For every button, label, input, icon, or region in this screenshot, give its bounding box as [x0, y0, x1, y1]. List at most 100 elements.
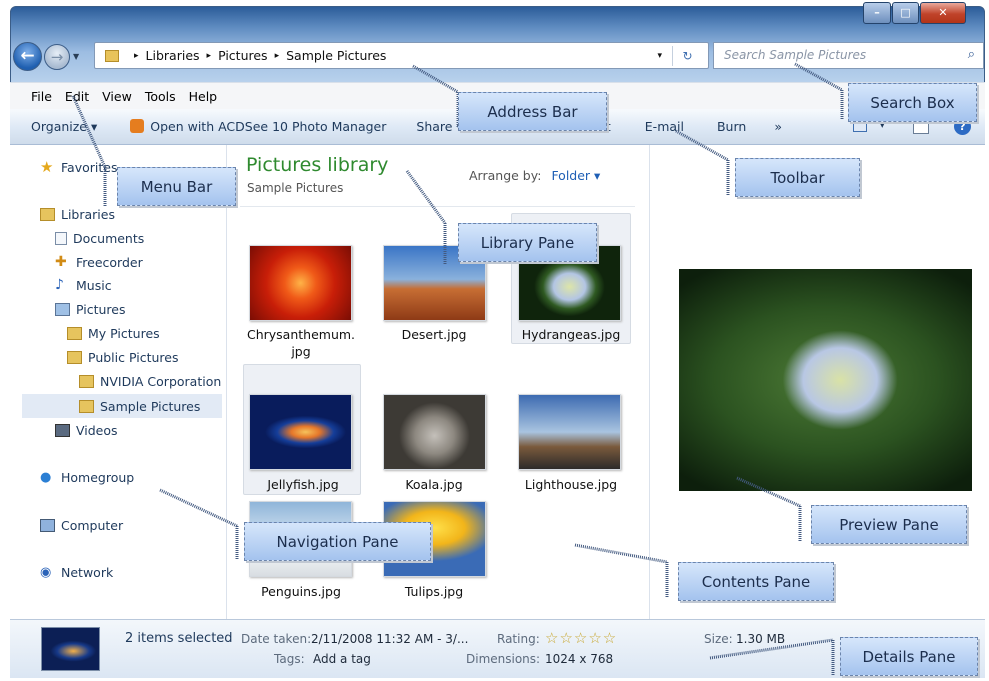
- nav-network[interactable]: ◉ Network: [40, 565, 113, 580]
- preview-image: [679, 269, 972, 491]
- dimensions-label: Dimensions:: [466, 652, 541, 666]
- maximize-button[interactable]: □: [892, 2, 919, 24]
- close-button[interactable]: ✕: [920, 2, 966, 24]
- nav-label: Freecorder: [76, 255, 143, 270]
- nav-homegroup[interactable]: ● Homegroup: [40, 470, 134, 485]
- dimensions-value: 1024 x 768: [545, 652, 614, 666]
- nav-label: Music: [76, 278, 112, 293]
- nav-sample-pictures[interactable]: Sample Pictures: [79, 399, 200, 414]
- folder-icon: [67, 351, 82, 364]
- refresh-icon[interactable]: ↻: [672, 46, 702, 66]
- minimize-button[interactable]: –: [863, 2, 891, 24]
- menu-tools[interactable]: Tools: [145, 89, 176, 104]
- file-name-penguins[interactable]: Penguins.jpg: [241, 583, 361, 600]
- library-icon: [40, 208, 55, 221]
- library-title: Pictures library: [246, 154, 389, 176]
- nav-pictures[interactable]: Pictures: [55, 302, 126, 317]
- tags-label: Tags:: [274, 652, 305, 666]
- change-view-icon[interactable]: [853, 121, 867, 132]
- nav-videos[interactable]: Videos: [55, 423, 118, 438]
- views-dropdown-icon[interactable]: ▾: [880, 121, 885, 131]
- nav-label: Favorites: [61, 160, 118, 175]
- selected-count: 2 items selected: [125, 631, 233, 646]
- nav-label: Network: [61, 565, 114, 580]
- folder-icon: [105, 49, 119, 62]
- callout-toolbar: Toolbar: [735, 158, 860, 197]
- menu-file[interactable]: File: [31, 89, 52, 104]
- breadcrumb-separator-icon: ▸: [206, 50, 212, 61]
- nav-nvidia-corporation[interactable]: NVIDIA Corporation: [79, 374, 221, 389]
- thumbnail-chrysanthemum[interactable]: [249, 245, 352, 321]
- nav-label: Homegroup: [61, 470, 135, 485]
- tags-value[interactable]: Add a tag: [313, 652, 371, 666]
- details-pane: [10, 619, 985, 678]
- back-arrow-icon: ←: [20, 46, 35, 66]
- file-name-desert[interactable]: Desert.jpg: [374, 326, 494, 343]
- menu-help[interactable]: Help: [189, 89, 218, 104]
- nav-music[interactable]: ♪ Music: [55, 278, 112, 293]
- callout-preview-pane: Preview Pane: [811, 505, 967, 544]
- file-name-tulips[interactable]: Tulips.jpg: [374, 583, 494, 600]
- star-icon: ★: [40, 158, 54, 176]
- search-input[interactable]: Search Sample Pictures ⌕: [713, 42, 984, 69]
- callout-contents-pane: Contents Pane: [678, 562, 834, 601]
- thumbnail-lighthouse[interactable]: [518, 394, 621, 470]
- library-subtitle: Sample Pictures: [247, 181, 344, 195]
- date-taken-label: Date taken:: [241, 632, 312, 646]
- nav-documents[interactable]: Documents: [55, 231, 144, 246]
- menu-view[interactable]: View: [102, 89, 132, 104]
- open-with-button[interactable]: Open with ACDSee 10 Photo Manager: [130, 119, 386, 134]
- address-dropdown-icon[interactable]: ▾: [657, 51, 662, 61]
- size-label: Size:: [704, 632, 733, 646]
- nav-label: Sample Pictures: [100, 399, 201, 414]
- nav-my-pictures[interactable]: My Pictures: [67, 326, 160, 341]
- breadcrumb-separator-icon: ▸: [274, 50, 280, 61]
- back-button[interactable]: ←: [13, 42, 42, 71]
- open-with-label: Open with ACDSee 10 Photo Manager: [150, 119, 387, 134]
- nav-label: Pictures: [76, 302, 126, 317]
- nav-label: Public Pictures: [88, 350, 179, 365]
- callout-details-pane: Details Pane: [840, 637, 978, 676]
- nav-libraries[interactable]: Libraries: [40, 207, 115, 222]
- forward-arrow-icon: →: [50, 48, 64, 66]
- maximize-icon: □: [900, 6, 911, 19]
- file-name-chrysanthemum[interactable]: Chrysanthemum. jpg: [241, 326, 361, 360]
- acdsee-icon: [130, 119, 145, 133]
- breadcrumb-pictures[interactable]: Pictures: [218, 48, 268, 63]
- callout-menu-bar: Menu Bar: [117, 167, 236, 206]
- search-icon[interactable]: ⌕: [968, 47, 975, 62]
- file-name-lighthouse[interactable]: Lighthouse.jpg: [511, 476, 631, 493]
- file-name-hydrangeas[interactable]: Hydrangeas.jpg: [511, 326, 631, 343]
- forward-button[interactable]: →: [44, 44, 70, 70]
- folder-icon: [79, 375, 94, 388]
- thumbnail-jellyfish[interactable]: [249, 394, 352, 470]
- more-commands-button[interactable]: »: [774, 119, 782, 134]
- folder-icon: [79, 400, 94, 413]
- videos-icon: [55, 424, 70, 437]
- nav-label: Libraries: [61, 207, 115, 222]
- callout-library-pane: Library Pane: [458, 223, 597, 262]
- music-icon: ♪: [55, 277, 64, 293]
- nav-label: Documents: [73, 231, 145, 246]
- callout-search-box: Search Box: [848, 83, 977, 122]
- nav-computer[interactable]: Computer: [40, 518, 123, 533]
- file-name-jellyfish[interactable]: Jellyfish.jpg: [243, 476, 363, 493]
- menu-edit[interactable]: Edit: [65, 89, 89, 104]
- history-dropdown-icon[interactable]: ▼: [73, 52, 79, 61]
- address-bar[interactable]: ▸ Libraries ▸ Pictures ▸ Sample Pictures…: [94, 42, 709, 69]
- thumbnail-koala[interactable]: [383, 394, 486, 470]
- breadcrumb-sample-pictures[interactable]: Sample Pictures: [286, 48, 386, 63]
- rating-stars-icon[interactable]: ☆☆☆☆☆: [545, 629, 617, 647]
- nav-public-pictures[interactable]: Public Pictures: [67, 350, 178, 365]
- arrange-by: Arrange by: Folder ▾: [469, 168, 600, 183]
- nav-freecorder[interactable]: ✚ Freecorder: [55, 255, 143, 270]
- email-button[interactable]: E-mail: [645, 119, 684, 134]
- nav-favorites[interactable]: ★ Favorites: [40, 158, 118, 176]
- burn-button[interactable]: Burn: [717, 119, 746, 134]
- callout-navigation-pane: Navigation Pane: [244, 522, 431, 561]
- file-name-koala[interactable]: Koala.jpg: [374, 476, 494, 493]
- breadcrumb-libraries[interactable]: Libraries: [146, 48, 200, 63]
- arrange-by-dropdown[interactable]: Folder ▾: [551, 168, 600, 183]
- organize-button[interactable]: Organize ▾: [31, 119, 97, 134]
- date-taken-value[interactable]: 2/11/2008 11:32 AM - 3/...: [311, 632, 468, 646]
